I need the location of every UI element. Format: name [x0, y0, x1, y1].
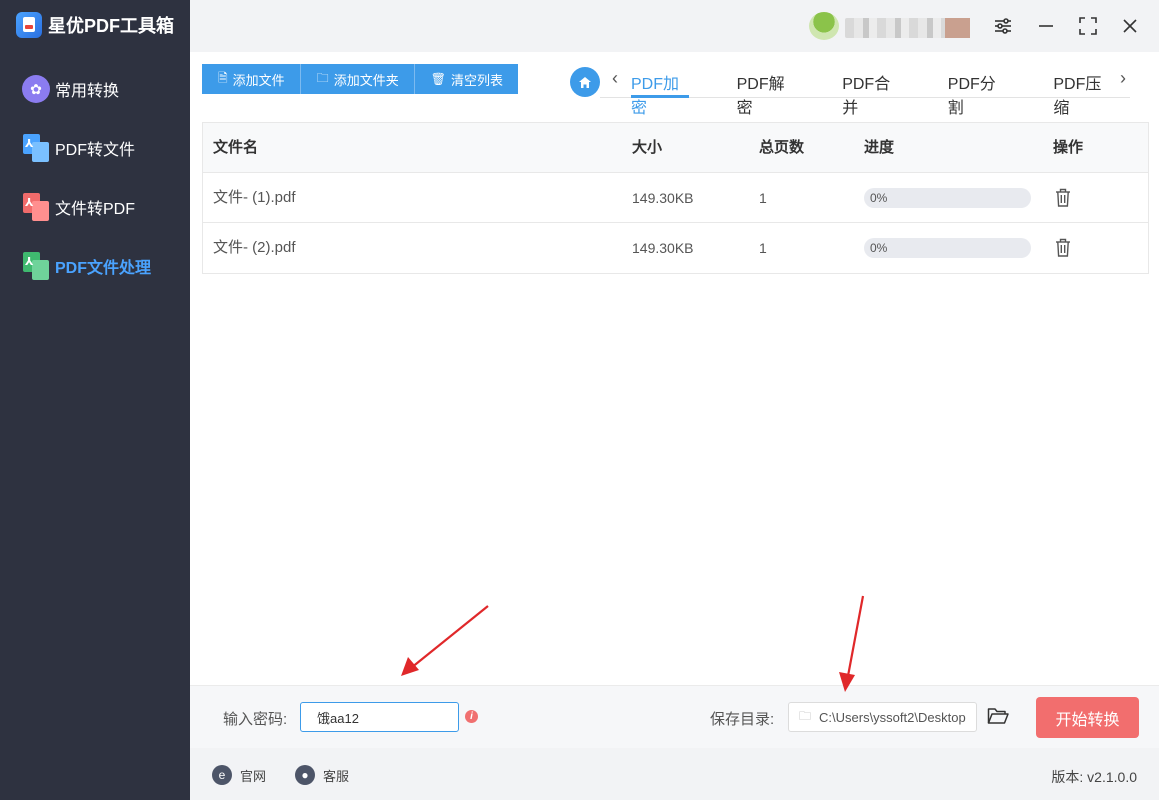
sidebar-item-pdf-processing[interactable]: ⅄ PDF文件处理 — [22, 249, 151, 283]
delete-trash-icon[interactable] — [1055, 188, 1071, 207]
tab-pdf-merge[interactable]: PDF合并 — [842, 70, 906, 117]
sidebar-item-pdf-to-file[interactable]: ⅄ PDF转文件 — [22, 131, 135, 165]
annotation-arrow-password — [401, 605, 489, 676]
tabs-next-chevron-icon[interactable]: › — [1120, 68, 1126, 89]
tabs-prev-chevron-icon[interactable]: ‹ — [612, 68, 618, 89]
sidebar-item-label: 常用转换 — [55, 83, 120, 100]
website-link[interactable]: e 官网 — [212, 765, 266, 785]
add-file-button[interactable]: 🗎 添加文件 — [202, 64, 301, 94]
add-file-label: 添加文件 — [232, 72, 285, 88]
info-icon[interactable]: i — [465, 710, 478, 723]
tab-pdf-split[interactable]: PDF分割 — [948, 70, 1012, 117]
settings-sliders-icon[interactable] — [989, 12, 1017, 40]
chat-bubble-icon: ● — [295, 765, 315, 785]
folder-icon: 🗀 — [316, 70, 329, 85]
version-text: 版本: v2.1.0.0 — [1051, 769, 1137, 785]
folder-outline-icon: 🗀 — [799, 708, 812, 723]
progress-bar: 0% — [864, 188, 1031, 208]
header-pages: 总页数 — [759, 139, 805, 156]
header-size: 大小 — [632, 139, 663, 156]
title-bar — [190, 0, 1159, 52]
support-link[interactable]: ● 客服 — [295, 765, 349, 785]
add-folder-label: 添加文件夹 — [333, 72, 399, 88]
progress-text: 0% — [870, 241, 888, 255]
sidebar-item-file-to-pdf[interactable]: ⅄ 文件转PDF — [22, 190, 135, 224]
progress-bar: 0% — [864, 238, 1031, 258]
status-bar: e 官网 ● 客服 版本: v2.1.0.0 — [190, 748, 1159, 800]
open-folder-icon[interactable] — [987, 706, 1009, 726]
header-progress: 进度 — [864, 139, 895, 156]
file-icon: 🗎 — [218, 70, 228, 85]
header-name: 文件名 — [213, 139, 259, 156]
support-label: 客服 — [323, 768, 350, 784]
file-name: 文件- (1).pdf — [213, 189, 296, 206]
progress-text: 0% — [870, 191, 888, 205]
save-dir-field[interactable]: 🗀 C:\Users\yssoft2\Desktop — [788, 702, 977, 732]
pdf-to-file-icon: ⅄ — [22, 134, 50, 162]
close-icon[interactable] — [1116, 12, 1144, 40]
home-icon[interactable] — [570, 67, 600, 97]
annotation-arrow-save-dir — [839, 595, 865, 692]
table-row: 文件- (2).pdf 149.30KB 1 0% — [203, 223, 1148, 273]
trash-icon: 🗑 — [430, 72, 446, 86]
file-size: 149.30KB — [632, 240, 694, 256]
clear-list-label: 清空列表 — [450, 72, 503, 88]
main-panel: 🗎 添加文件 🗀 添加文件夹 🗑 清空列表 ‹ PDF加密 PDF解密 PDF合… — [190, 52, 1159, 748]
tab-pdf-encrypt[interactable]: PDF加密 — [631, 70, 695, 117]
table-header: 文件名 大小 总页数 进度 操作 — [203, 123, 1148, 173]
app-brand: 星优PDF工具箱 — [16, 10, 174, 40]
avatar[interactable] — [809, 12, 839, 40]
browser-e-icon: e — [212, 765, 232, 785]
sidebar-item-common-convert[interactable]: ✿ 常用转换 — [22, 72, 119, 106]
delete-trash-icon[interactable] — [1055, 238, 1071, 257]
start-convert-button[interactable]: 开始转换 — [1036, 697, 1139, 738]
website-label: 官网 — [240, 768, 267, 784]
password-label: 输入密码: — [223, 711, 288, 728]
tab-pdf-decrypt[interactable]: PDF解密 — [737, 70, 801, 117]
active-tab-indicator — [631, 95, 689, 98]
clover-icon: ✿ — [22, 75, 50, 103]
sidebar-item-label: PDF转文件 — [55, 142, 136, 159]
file-size: 149.30KB — [632, 190, 694, 206]
clear-list-button[interactable]: 🗑 清空列表 — [414, 64, 518, 94]
file-table: 文件名 大小 总页数 进度 操作 文件- (1).pdf 149.30KB 1 … — [202, 122, 1149, 274]
tool-tabs: PDF加密 PDF解密 PDF合并 PDF分割 PDF压缩 — [631, 70, 1159, 117]
sidebar-item-label: 文件转PDF — [55, 201, 136, 218]
settings-bar: 输入密码: i 保存目录: 🗀 C:\Users\yssoft2\Desktop… — [190, 685, 1159, 748]
maximize-icon[interactable] — [1074, 12, 1102, 40]
file-pages: 1 — [759, 240, 767, 256]
username-blurred — [845, 18, 970, 38]
file-name: 文件- (2).pdf — [213, 239, 296, 256]
save-dir-value: C:\Users\yssoft2\Desktop — [819, 709, 966, 725]
minimize-icon[interactable] — [1032, 12, 1060, 40]
tab-pdf-compress[interactable]: PDF压缩 — [1053, 70, 1117, 117]
sidebar-item-label: PDF文件处理 — [55, 260, 152, 277]
file-toolbar: 🗎 添加文件 🗀 添加文件夹 🗑 清空列表 — [202, 64, 518, 94]
save-dir-label: 保存目录: — [710, 711, 775, 728]
pdf-processing-icon: ⅄ — [22, 252, 50, 280]
sidebar: 星优PDF工具箱 ✿ 常用转换 ⅄ PDF转文件 ⅄ 文件转PDF ⅄ PDF文… — [0, 0, 190, 800]
add-folder-button[interactable]: 🗀 添加文件夹 — [300, 64, 415, 94]
file-pages: 1 — [759, 190, 767, 206]
file-to-pdf-icon: ⅄ — [22, 193, 50, 221]
header-operation: 操作 — [1053, 139, 1084, 156]
app-logo-icon — [16, 12, 42, 38]
table-row: 文件- (1).pdf 149.30KB 1 0% — [203, 173, 1148, 223]
password-input[interactable] — [300, 702, 459, 732]
app-title: 星优PDF工具箱 — [48, 16, 174, 36]
